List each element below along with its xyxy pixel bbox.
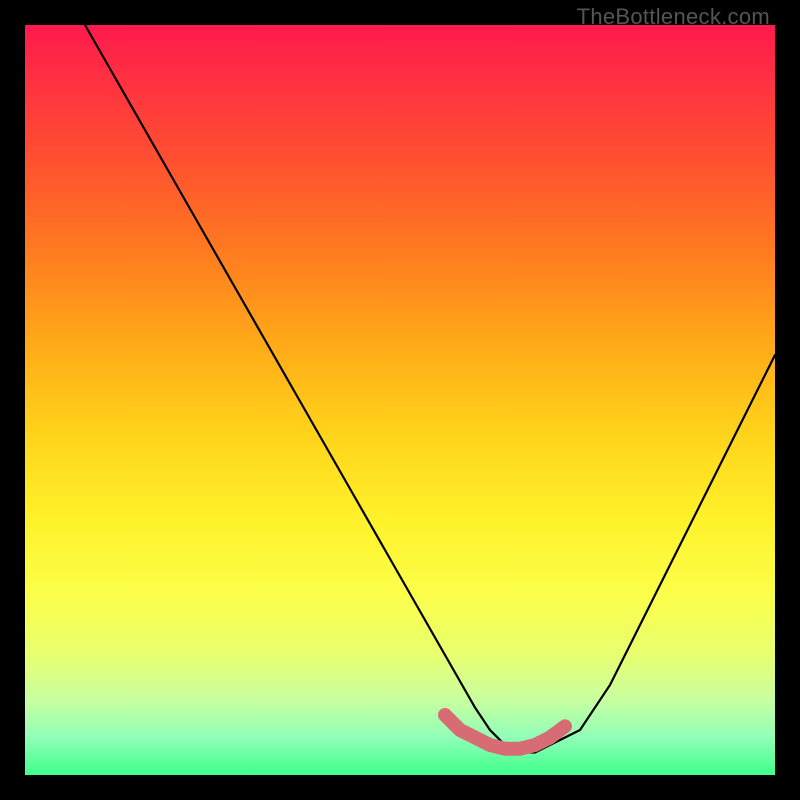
bottleneck-curve xyxy=(85,25,775,753)
highlight-bottom xyxy=(445,715,565,749)
chart-svg xyxy=(25,25,775,775)
chart-frame xyxy=(25,25,775,775)
watermark-text: TheBottleneck.com xyxy=(577,4,770,30)
